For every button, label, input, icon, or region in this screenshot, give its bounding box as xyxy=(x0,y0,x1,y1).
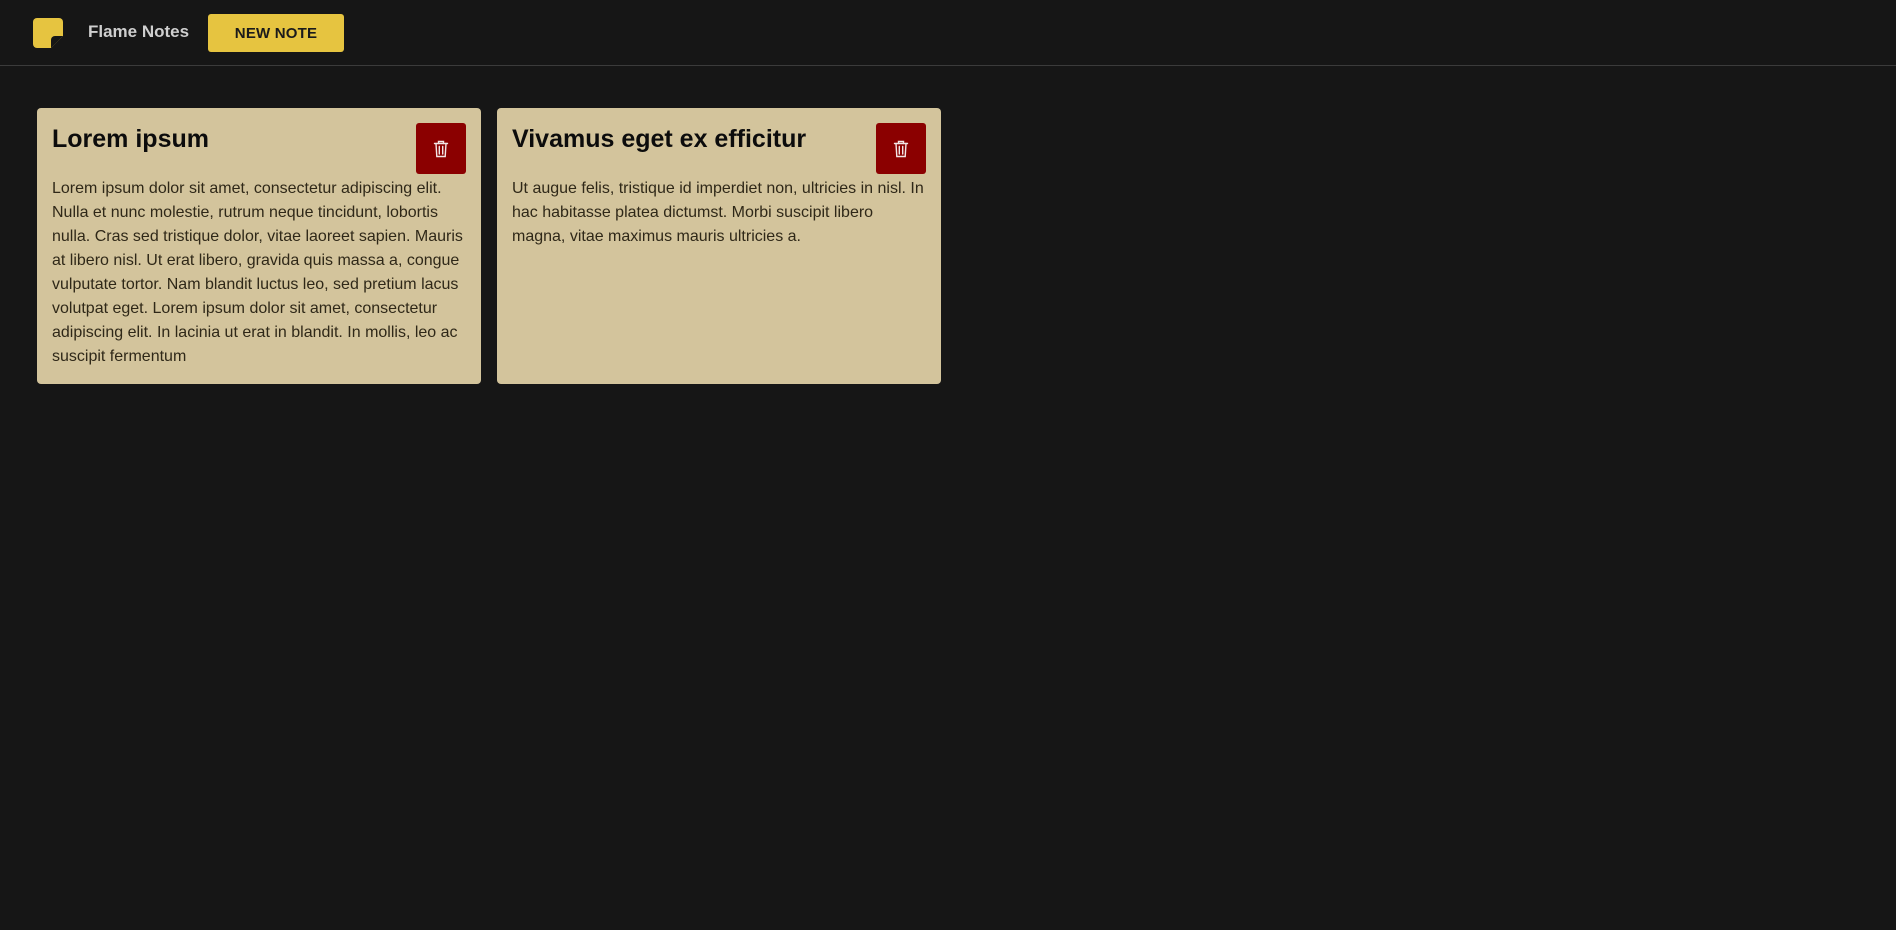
trash-icon xyxy=(893,140,909,158)
note-title: Vivamus eget ex efficitur xyxy=(512,125,807,153)
delete-note-button[interactable] xyxy=(416,123,466,174)
note-body: Ut augue felis, tristique id imperdiet n… xyxy=(512,180,924,245)
note-card: Lorem ipsum Lorem ipsum dolor sit amet, … xyxy=(37,108,481,384)
note-card: Vivamus eget ex efficitur Ut augue felis… xyxy=(497,108,941,384)
top-bar: Flame Notes NEW NOTE xyxy=(0,0,1896,66)
sticky-note-icon xyxy=(33,18,63,48)
note-body: Lorem ipsum dolor sit amet, consectetur … xyxy=(52,180,463,365)
trash-icon xyxy=(433,140,449,158)
new-note-button[interactable]: NEW NOTE xyxy=(208,14,344,52)
notes-grid: Lorem ipsum Lorem ipsum dolor sit amet, … xyxy=(37,108,941,384)
note-title: Lorem ipsum xyxy=(52,125,209,153)
delete-note-button[interactable] xyxy=(876,123,926,174)
app-title: Flame Notes xyxy=(88,22,190,41)
